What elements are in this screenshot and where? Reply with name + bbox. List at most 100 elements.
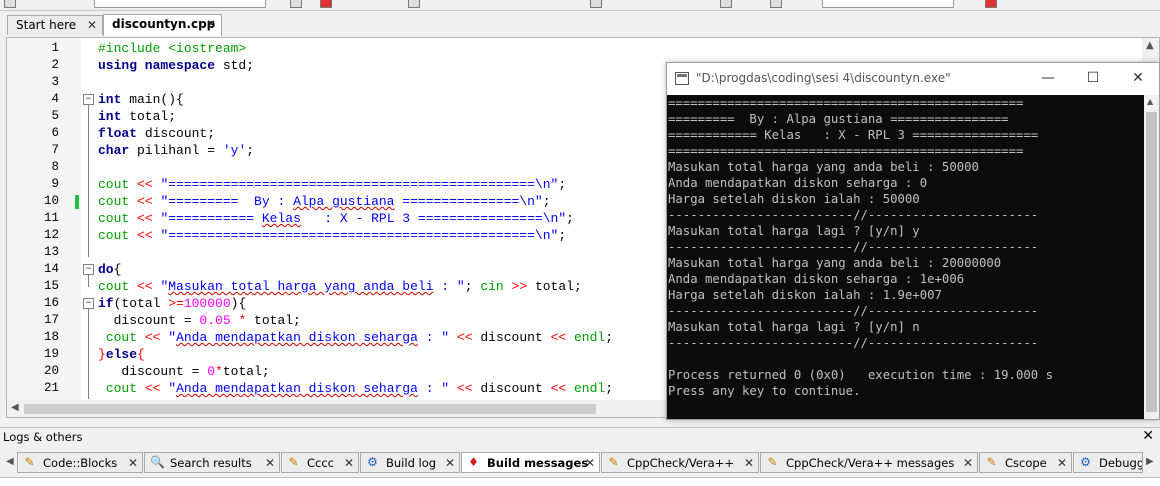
tab-label: Code::Blocks (43, 456, 118, 470)
line-number: 15 (43, 279, 59, 293)
editor-tab-strip: Start here ✕ discountyn.cpp ✕ (0, 11, 1160, 37)
line-number: 12 (43, 228, 59, 242)
stop-icon[interactable] (320, 0, 332, 8)
code-line: if(total >=100000){ (98, 296, 247, 311)
console-line: Process returned 0 (0x0) execution time … (668, 368, 1053, 382)
close-icon[interactable]: ✕ (1057, 453, 1067, 472)
scroll-left-icon[interactable]: ◀ (11, 402, 19, 413)
tab-build-messages[interactable]: ♦ Build messages ✕ (461, 452, 600, 473)
maximize-button[interactable]: ☐ (1078, 67, 1108, 89)
code-line: discount = 0.05 * total; (98, 313, 301, 328)
fold-line (88, 105, 89, 257)
search-icon[interactable] (720, 0, 732, 8)
close-icon[interactable]: ✕ (344, 453, 354, 472)
console-line: Masukan total harga yang anda beli : 200… (668, 256, 1002, 270)
tab-build-log[interactable]: ⚙ Build log ✕ (360, 452, 460, 473)
close-icon[interactable]: ✕ (128, 453, 138, 472)
line-number: 17 (43, 313, 59, 327)
tab-cccc[interactable]: ✎ Cccc ✕ (281, 452, 359, 473)
console-line: -------------------------//-------------… (668, 336, 1039, 350)
console-title-bar[interactable]: "D:\progdas\coding\sesi 4\discountyn.exe… (667, 63, 1159, 95)
close-icon[interactable]: ✕ (87, 16, 97, 35)
tab-start-here[interactable]: Start here ✕ (7, 15, 103, 35)
toolbar-combo[interactable] (94, 0, 266, 8)
code-line: char pilihanl = 'y'; (98, 143, 255, 158)
console-line: -------------------------//-------------… (668, 208, 1039, 222)
scroll-right-icon[interactable]: ▶ (1146, 456, 1154, 467)
tab-label: Build log (386, 456, 437, 470)
minimize-button[interactable]: — (1033, 67, 1063, 89)
close-icon[interactable]: ✕ (744, 453, 754, 472)
diamond-icon: ♦ (468, 455, 479, 469)
pencil-icon: ✎ (288, 455, 299, 469)
toolbar-search-field[interactable] (822, 0, 954, 8)
tab-label: Start here (16, 18, 77, 32)
close-button[interactable]: ✕ (1123, 67, 1153, 89)
console-window[interactable]: "D:\progdas\coding\sesi 4\discountyn.exe… (666, 62, 1160, 420)
code-line: using namespace std; (98, 58, 255, 73)
console-line: ============ Kelas : X - RPL 3 =========… (668, 128, 1039, 142)
code-line: #include <iostream> (98, 41, 247, 56)
code-line: cout << "===============================… (98, 228, 567, 243)
close-icon[interactable]: ✕ (585, 453, 595, 472)
tab-discountyn-cpp[interactable]: discountyn.cpp ✕ (103, 14, 222, 36)
code-line: do{ (98, 262, 122, 277)
close-icon[interactable]: ✕ (1142, 428, 1154, 444)
fold-toggle-icon[interactable]: − (83, 264, 94, 275)
logs-panel-title: Logs & others (3, 430, 83, 444)
line-number: 2 (51, 58, 59, 72)
scrollbar-thumb[interactable] (24, 404, 596, 414)
console-line: Masukan total harga lagi ? [y/n] n (668, 320, 920, 334)
console-line: Masukan total harga yang anda beli : 500… (668, 160, 979, 174)
code-line: float discount; (98, 126, 216, 141)
line-number: 4 (51, 92, 59, 106)
line-number: 18 (43, 330, 59, 344)
line-number: 3 (51, 75, 59, 89)
console-line: ========================================… (668, 144, 1024, 158)
toolbar-icon[interactable] (290, 0, 302, 8)
console-scrollbar[interactable]: ▲ (1144, 95, 1159, 419)
fold-toggle-icon[interactable]: − (83, 94, 94, 105)
gear-icon: ⚙ (1080, 455, 1091, 469)
tab-cppcheck-vera-messages[interactable]: ✎ CppCheck/Vera++ messages ✕ (760, 452, 978, 473)
close-icon[interactable]: ✕ (265, 453, 275, 472)
scroll-up-icon[interactable]: ▲ (1147, 97, 1153, 106)
tab-codeblocks[interactable]: ✎ Code::Blocks ✕ (17, 452, 143, 473)
line-number: 11 (43, 211, 59, 225)
scroll-up-icon[interactable]: ▲ (1146, 40, 1154, 51)
line-number: 5 (51, 109, 59, 123)
toolbar-icon[interactable] (770, 0, 782, 8)
close-icon[interactable]: ✕ (206, 15, 216, 34)
fold-toggle-icon[interactable]: − (83, 298, 94, 309)
code-line: cout << "Anda mendapatkan diskon seharga… (105, 381, 614, 396)
line-number-gutter: 1 2 3 4 5 6 7 8 9 10 11 12 13 14 15 16 1… (7, 38, 81, 402)
code-line: cout << "Anda mendapatkan diskon seharga… (105, 330, 614, 345)
tab-label: Cscope (1005, 456, 1047, 470)
fold-line (88, 309, 89, 399)
code-line: int main(){ (98, 92, 184, 107)
tab-cscope[interactable]: ✎ Cscope ✕ (979, 452, 1072, 473)
tab-cppcheck-vera[interactable]: ✎ CppCheck/Vera++ ✕ (601, 452, 759, 473)
line-number: 9 (51, 177, 59, 191)
tab-label: CppCheck/Vera++ messages (786, 456, 955, 470)
scroll-left-icon[interactable]: ◀ (6, 456, 14, 467)
console-app-icon (675, 72, 689, 85)
line-number: 8 (51, 160, 59, 174)
line-number: 19 (43, 347, 59, 361)
toolbar-icon[interactable] (4, 0, 16, 8)
console-output[interactable]: ========================================… (667, 95, 1145, 419)
line-number: 6 (51, 126, 59, 140)
tab-search-results[interactable]: 🔍 Search results ✕ (144, 452, 280, 473)
console-line: ========================================… (668, 96, 1024, 110)
line-number: 1 (51, 41, 59, 55)
tab-label: CppCheck/Vera++ (627, 456, 734, 470)
close-icon[interactable]: ✕ (963, 453, 973, 472)
toolbar-icon[interactable] (985, 0, 997, 8)
toolbar-icon[interactable] (590, 0, 602, 8)
toolbar-icon[interactable] (408, 0, 420, 8)
tab-label: discountyn.cpp (112, 17, 216, 31)
scrollbar-thumb[interactable] (1146, 112, 1157, 412)
close-icon[interactable]: ✕ (445, 453, 455, 472)
line-number: 16 (43, 296, 59, 310)
tab-debugger[interactable]: ⚙ Debugge (1073, 452, 1143, 473)
